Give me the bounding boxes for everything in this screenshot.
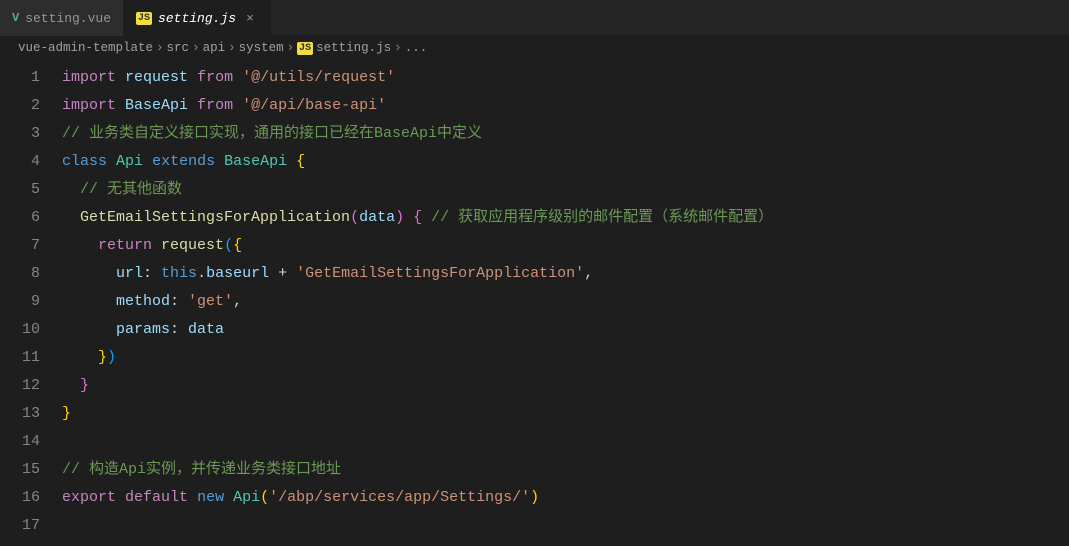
- vue-file-icon: V: [12, 11, 19, 25]
- code-line[interactable]: [62, 428, 1069, 456]
- tab-setting-js[interactable]: JS setting.js ×: [124, 0, 271, 36]
- breadcrumb-item[interactable]: ...: [405, 41, 428, 55]
- line-number: 12: [0, 372, 40, 400]
- tab-setting-vue[interactable]: V setting.vue: [0, 0, 124, 36]
- line-number: 1: [0, 64, 40, 92]
- code-line[interactable]: return request({: [62, 232, 1069, 260]
- code-line[interactable]: export default new Api('/abp/services/ap…: [62, 484, 1069, 512]
- line-number: 7: [0, 232, 40, 260]
- line-number-gutter: 1234567891011121314151617: [0, 64, 62, 540]
- code-editor[interactable]: 1234567891011121314151617 import request…: [0, 60, 1069, 540]
- line-number: 14: [0, 428, 40, 456]
- js-file-icon: JS: [297, 42, 313, 55]
- code-line[interactable]: class Api extends BaseApi {: [62, 148, 1069, 176]
- code-line[interactable]: [62, 512, 1069, 540]
- line-number: 3: [0, 120, 40, 148]
- chevron-right-icon: ›: [394, 41, 402, 55]
- code-line[interactable]: params: data: [62, 316, 1069, 344]
- close-icon[interactable]: ×: [242, 11, 258, 26]
- line-number: 15: [0, 456, 40, 484]
- breadcrumb-item[interactable]: vue-admin-template: [18, 41, 153, 55]
- line-number: 17: [0, 512, 40, 540]
- chevron-right-icon: ›: [287, 41, 295, 55]
- code-line[interactable]: }: [62, 372, 1069, 400]
- breadcrumb: vue-admin-template › src › api › system …: [0, 36, 1069, 60]
- code-line[interactable]: import BaseApi from '@/api/base-api': [62, 92, 1069, 120]
- code-line[interactable]: // 无其他函数: [62, 176, 1069, 204]
- line-number: 13: [0, 400, 40, 428]
- code-line[interactable]: url: this.baseurl + 'GetEmailSettingsFor…: [62, 260, 1069, 288]
- tab-bar: V setting.vue JS setting.js ×: [0, 0, 1069, 36]
- code-line[interactable]: }: [62, 400, 1069, 428]
- line-number: 16: [0, 484, 40, 512]
- tab-label: setting.js: [158, 11, 236, 26]
- chevron-right-icon: ›: [192, 41, 200, 55]
- breadcrumb-item[interactable]: src: [167, 41, 190, 55]
- code-line[interactable]: method: 'get',: [62, 288, 1069, 316]
- code-line[interactable]: GetEmailSettingsForApplication(data) { /…: [62, 204, 1069, 232]
- line-number: 6: [0, 204, 40, 232]
- tab-label: setting.vue: [25, 11, 111, 26]
- line-number: 4: [0, 148, 40, 176]
- breadcrumb-item[interactable]: api: [203, 41, 226, 55]
- js-file-icon: JS: [136, 12, 152, 25]
- line-number: 8: [0, 260, 40, 288]
- code-line[interactable]: // 业务类自定义接口实现，通用的接口已经在BaseApi中定义: [62, 120, 1069, 148]
- code-line[interactable]: }): [62, 344, 1069, 372]
- chevron-right-icon: ›: [156, 41, 164, 55]
- line-number: 11: [0, 344, 40, 372]
- line-number: 2: [0, 92, 40, 120]
- code-line[interactable]: import request from '@/utils/request': [62, 64, 1069, 92]
- code-line[interactable]: // 构造Api实例，并传递业务类接口地址: [62, 456, 1069, 484]
- breadcrumb-item[interactable]: setting.js: [316, 41, 391, 55]
- code-content[interactable]: import request from '@/utils/request'imp…: [62, 64, 1069, 540]
- line-number: 10: [0, 316, 40, 344]
- line-number: 9: [0, 288, 40, 316]
- line-number: 5: [0, 176, 40, 204]
- breadcrumb-item[interactable]: system: [239, 41, 284, 55]
- chevron-right-icon: ›: [228, 41, 236, 55]
